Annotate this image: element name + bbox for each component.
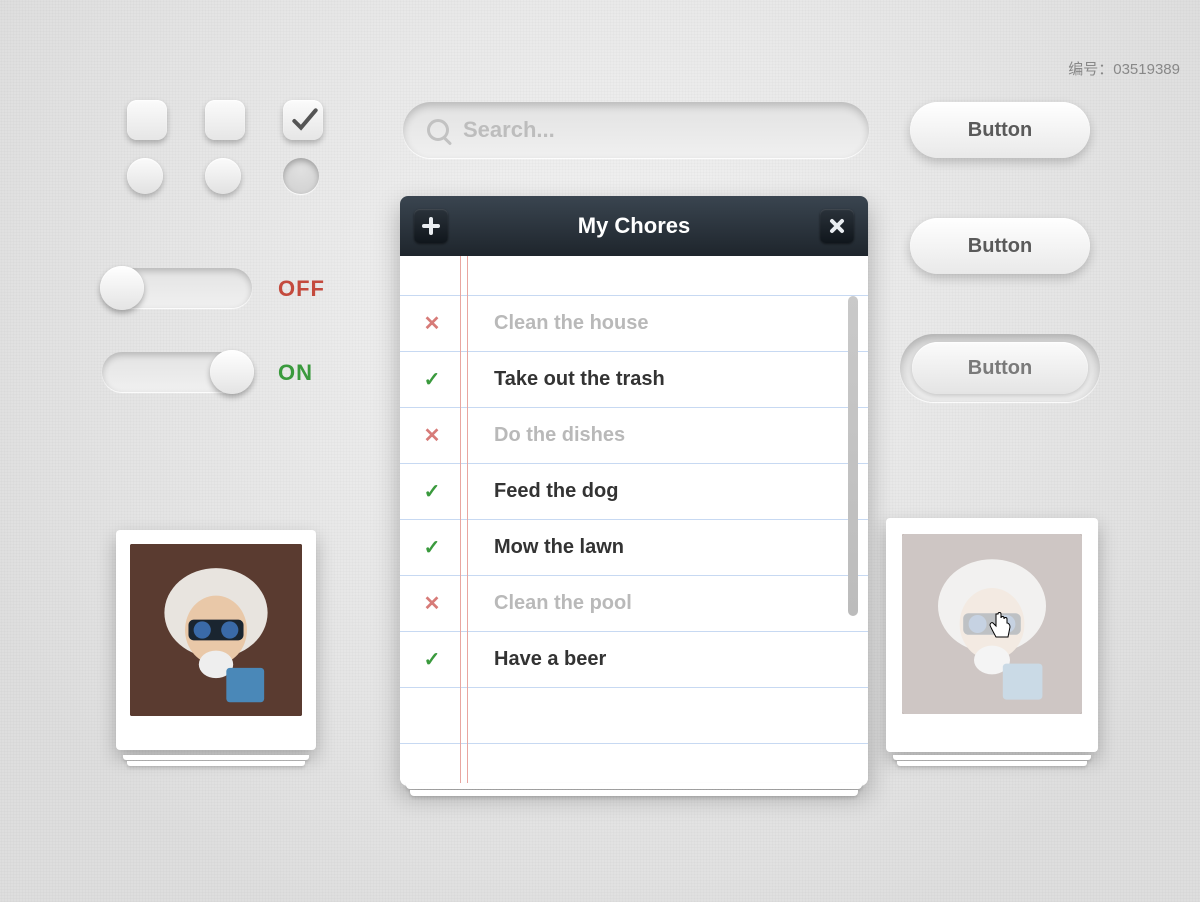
avatar-image: [130, 544, 302, 716]
check-icon: ✓: [420, 535, 444, 560]
plus-icon: [422, 217, 440, 235]
chore-text: Take out the trash: [480, 368, 665, 391]
avatar-polaroid[interactable]: [116, 530, 316, 750]
pill-button-raised-2[interactable]: Button: [910, 218, 1090, 274]
toggle-on-label: ON: [278, 360, 313, 386]
chore-text: Do the dishes: [480, 424, 625, 447]
chore-row[interactable]: ✓ Feed the dog: [400, 464, 868, 520]
chore-text: Feed the dog: [480, 480, 618, 503]
image-id-label: 编号：03519389: [1068, 58, 1180, 79]
toggle-off-label: OFF: [278, 276, 325, 302]
toggle-off[interactable]: [102, 268, 252, 308]
card-header: My Chores: [400, 196, 868, 256]
toggle-on[interactable]: [102, 352, 252, 392]
check-icon: ✓: [420, 647, 444, 672]
chore-row[interactable]: ✕ Clean the pool: [400, 576, 868, 632]
radio-2[interactable]: [205, 158, 241, 194]
checkbox-unchecked-2[interactable]: [205, 100, 245, 140]
check-icon: ✓: [420, 367, 444, 392]
x-icon: ✕: [420, 591, 444, 616]
chore-row[interactable]: ✕ Clean the house: [400, 296, 868, 352]
pill-button-inset[interactable]: Button: [912, 342, 1088, 394]
pill-button-raised[interactable]: Button: [910, 102, 1090, 158]
close-button[interactable]: [820, 209, 854, 243]
search-input[interactable]: [463, 117, 845, 143]
radio-empty[interactable]: [283, 158, 319, 194]
search-field[interactable]: [403, 102, 869, 158]
chore-row[interactable]: ✓ Mow the lawn: [400, 520, 868, 576]
chore-text: Have a beer: [480, 648, 606, 671]
toggle-knob[interactable]: [210, 350, 254, 394]
radio-1[interactable]: [127, 158, 163, 194]
x-icon: ✕: [420, 423, 444, 448]
x-icon: ✕: [420, 311, 444, 336]
scrollbar-thumb[interactable]: [848, 296, 858, 616]
toggle-knob[interactable]: [100, 266, 144, 310]
chore-text: Clean the pool: [480, 592, 632, 615]
polaroid-stack: [890, 754, 1094, 766]
chore-text: Mow the lawn: [480, 536, 624, 559]
einstein-avatar-icon: [130, 544, 302, 716]
chore-row[interactable]: ✓ Have a beer: [400, 632, 868, 688]
card-body: ✕ Clean the house ✓ Take out the trash ✕ Do t…: [400, 256, 868, 786]
chores-card: My Chores ✕ Clean the house ✓ Take out the …: [400, 196, 868, 786]
card-stack: [404, 782, 864, 796]
chore-row[interactable]: ✓ Take out the trash: [400, 352, 868, 408]
chore-text: Clean the house: [480, 312, 648, 335]
search-icon: [427, 119, 449, 141]
check-icon: ✓: [420, 479, 444, 504]
checkbox-unchecked-1[interactable]: [127, 100, 167, 140]
card-title: My Chores: [578, 213, 690, 239]
polaroid-stack: [120, 754, 312, 766]
check-icon: [283, 100, 323, 140]
checkbox-checked[interactable]: [283, 100, 323, 140]
chore-row[interactable]: ✕ Do the dishes: [400, 408, 868, 464]
margin-rule: [460, 256, 468, 786]
pill-button-well: Button: [900, 334, 1100, 402]
add-button[interactable]: [414, 209, 448, 243]
close-icon: [829, 218, 845, 234]
hand-cursor-icon: [986, 610, 1014, 642]
